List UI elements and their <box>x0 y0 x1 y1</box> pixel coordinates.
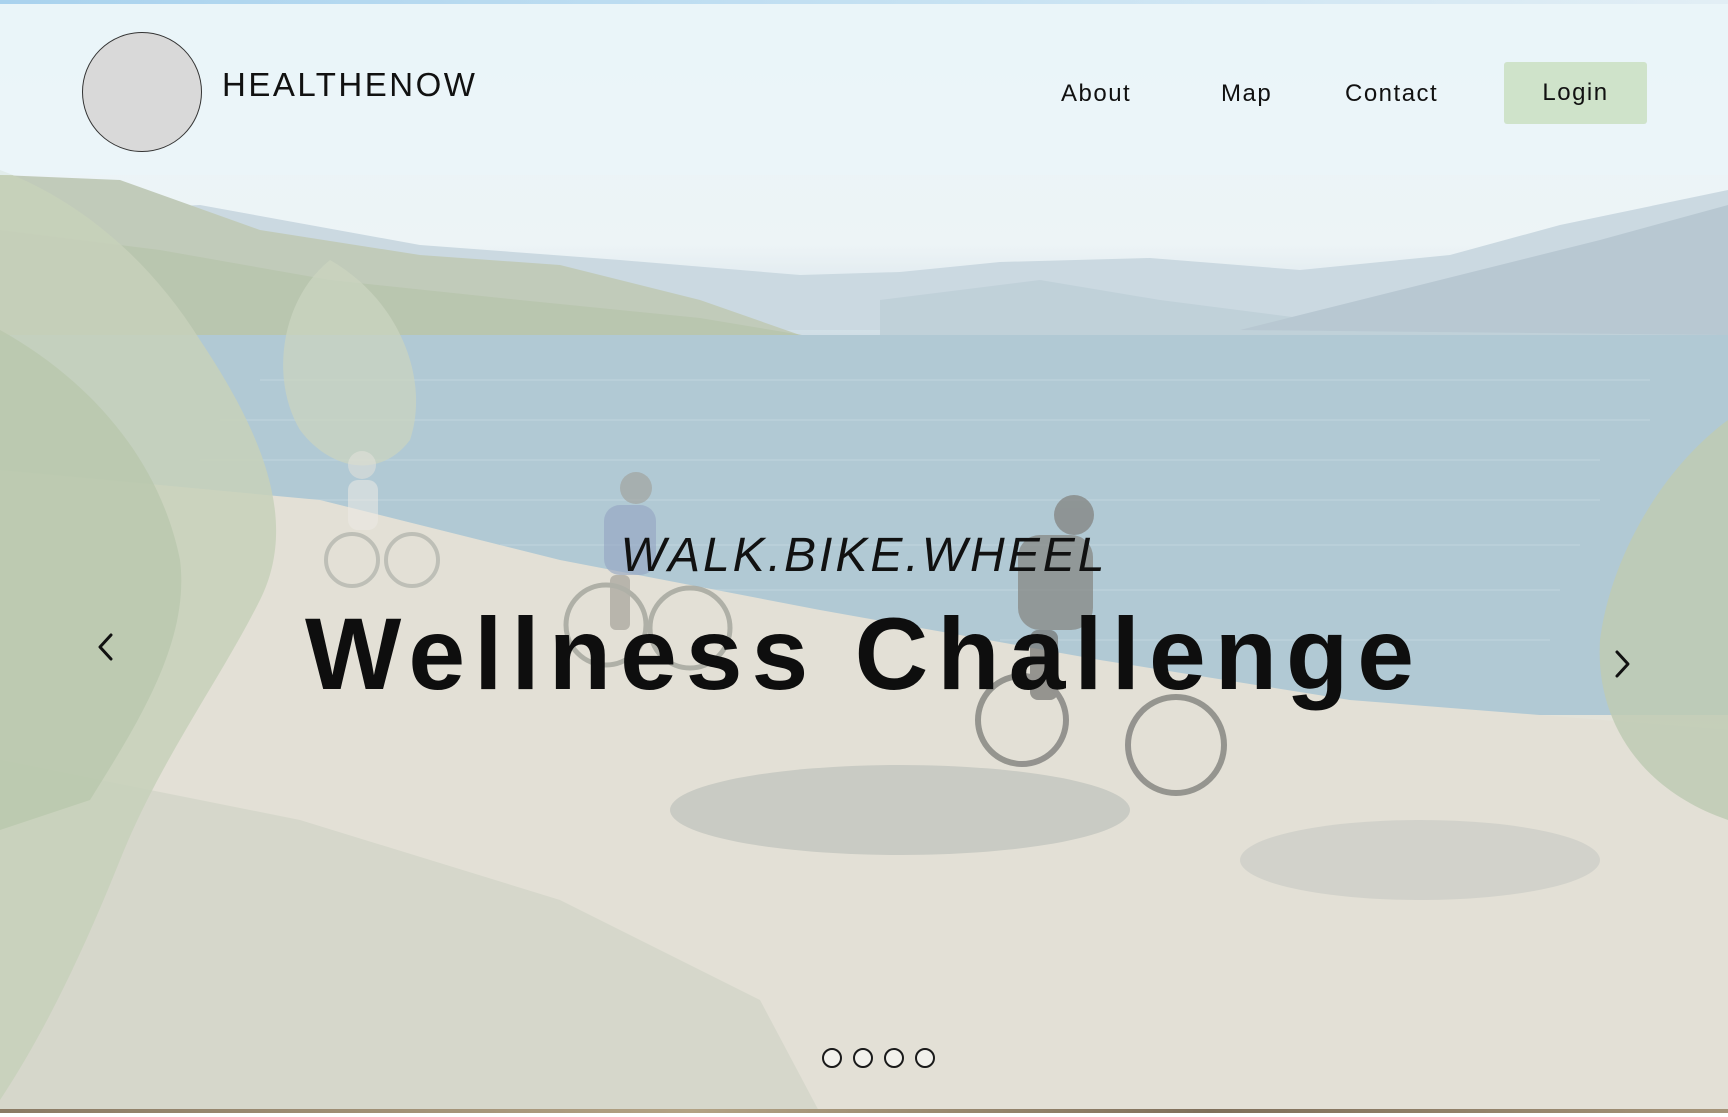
nav-map-link[interactable]: Map <box>1221 82 1272 106</box>
carousel-prev-button[interactable] <box>86 627 126 667</box>
chevron-right-icon <box>1615 650 1630 678</box>
landing-page: HEALTHENOW About Map Contact Login WALK.… <box>0 0 1728 1117</box>
carousel-next-button[interactable] <box>1602 644 1642 684</box>
carousel-dot-2[interactable] <box>853 1048 873 1068</box>
hero-tagline: WALK.BIKE.WHEEL <box>620 529 1108 582</box>
logo-placeholder[interactable] <box>82 32 202 152</box>
chevron-left-icon <box>98 633 113 661</box>
hero-headline: Wellness Challenge <box>304 597 1424 711</box>
login-button[interactable]: Login <box>1504 62 1647 124</box>
carousel-dot-3[interactable] <box>884 1048 904 1068</box>
site-header: HEALTHENOW About Map Contact Login <box>0 4 1728 175</box>
carousel-dot-1[interactable] <box>822 1048 842 1068</box>
carousel-indicators <box>822 1048 935 1068</box>
brand-name[interactable]: HEALTHENOW <box>222 68 477 101</box>
hero-bottom-edge <box>0 1109 1728 1113</box>
nav-contact-link[interactable]: Contact <box>1345 82 1438 106</box>
carousel-dot-4[interactable] <box>915 1048 935 1068</box>
nav-about-link[interactable]: About <box>1061 82 1131 106</box>
